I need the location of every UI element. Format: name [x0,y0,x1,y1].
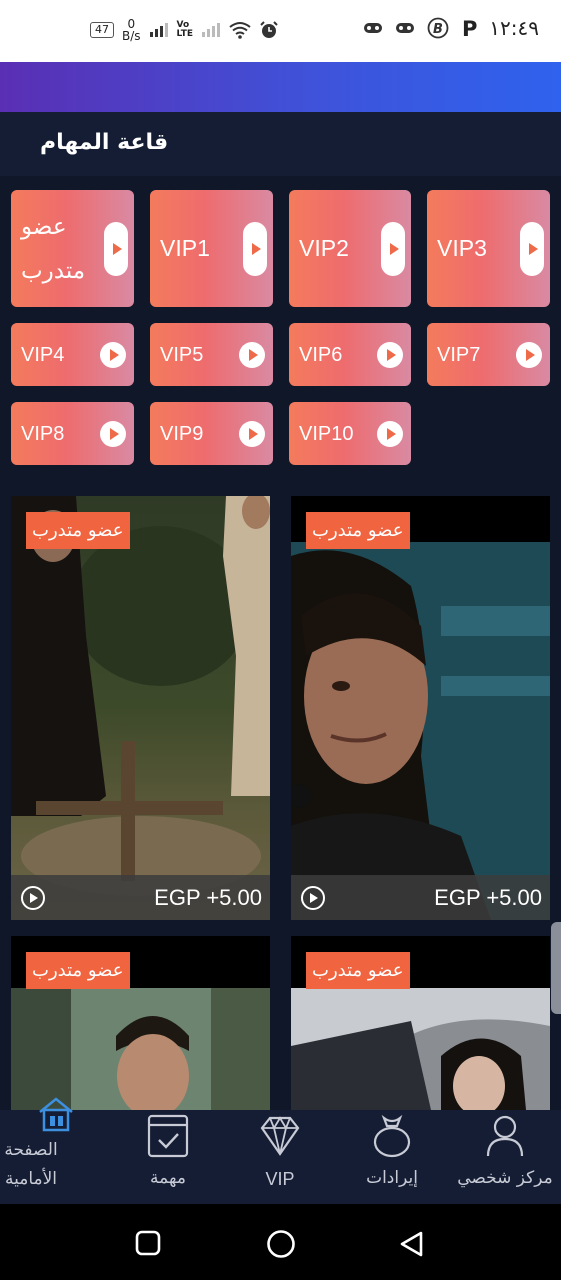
card-footer: EGP +5.00 [291,875,550,920]
back-icon[interactable] [398,1230,426,1258]
play-icon [243,221,267,276]
net-speed: 0 B/s [122,18,141,42]
task-vip4-button[interactable]: VIP4 [11,323,134,386]
status-bar: 47 0 B/s Vo LTE B P ١٢:٤٩ [0,0,561,62]
task-label: VIP5 [160,343,204,366]
task-vip5-button[interactable]: VIP5 [150,323,273,386]
signal-icon [149,23,168,37]
task-label: VIP9 [160,422,204,445]
task-label: VIP8 [21,422,65,445]
svg-text:B: B [433,22,443,37]
video-card[interactable]: عضو متدرب [291,936,550,1110]
nav-label: مهمة [150,1168,186,1188]
trainee-badge: عضو متدرب [306,512,410,549]
parking-icon: P [462,18,477,38]
reward-price: EGP +5.00 [434,884,542,910]
bitcoin-icon: B [427,17,449,39]
task-vip7-button[interactable]: VIP7 [427,323,550,386]
nav-income[interactable]: إيرادات [336,1110,448,1204]
nav-home[interactable]: الصفحة الأمامية [0,1097,112,1204]
task-vip6-button[interactable]: VIP6 [289,323,411,386]
task-label: VIP4 [21,343,65,366]
recents-icon[interactable] [135,1230,161,1256]
video-card[interactable]: عضو متدرب EGP +5.00 [291,496,550,920]
play-icon [377,341,403,368]
bottom-nav: الصفحة الأمامية مهمة VIP إيرادات مركز شخ… [0,1097,561,1204]
task-label: VIP3 [437,234,487,261]
nav-vip[interactable]: VIP [224,1110,336,1204]
video-thumbnail [11,496,270,920]
play-icon [100,420,126,447]
task-label: VIP7 [437,343,481,366]
task-vip2-button[interactable]: VIP2 [289,190,411,307]
task-label: VIP6 [299,343,343,366]
scroll-handle[interactable] [551,922,561,1014]
system-nav-bar [0,1204,561,1280]
play-icon [381,221,405,276]
trainee-badge: عضو متدرب [26,952,130,989]
play-icon [100,341,126,368]
task-label: VIP1 [160,234,210,261]
play-circle-icon[interactable] [21,885,45,910]
battery-indicator: 47 [90,22,114,38]
signal-2-icon [202,23,221,37]
nav-task[interactable]: مهمة [112,1110,224,1204]
gamepad-icon [364,23,383,33]
play-circle-icon[interactable] [301,885,325,910]
wifi-icon [229,22,251,39]
svg-text:P: P [462,18,477,38]
gamepad-2-icon [396,23,415,33]
status-left: 47 0 B/s Vo LTE [90,18,279,42]
play-icon [520,221,544,276]
nav-label: الصفحة الأمامية [4,1140,58,1189]
task-label: VIP10 [299,422,354,445]
video-card[interactable]: عضو متدرب EGP +5.00 [11,496,270,920]
task-label: VIP2 [299,234,349,261]
net-speed-unit: B/s [122,29,141,43]
task-hall-header: قاعة المهام [0,112,561,176]
play-icon [104,221,128,276]
reward-price: EGP +5.00 [154,884,262,910]
task-icon [147,1114,189,1158]
home-circle-icon[interactable] [266,1229,296,1259]
video-card[interactable]: عضو متدرب [11,936,270,1110]
diamond-icon [260,1116,300,1156]
play-icon [239,420,265,447]
person-icon [486,1115,524,1157]
task-vip1-button[interactable]: VIP1 [150,190,273,307]
top-gradient-bar [0,62,561,112]
play-icon [239,341,265,368]
task-vip3-button[interactable]: VIP3 [427,190,550,307]
home-icon [39,1097,73,1132]
trainee-badge: عضو متدرب [306,952,410,989]
clock: ١٢:٤٩ [489,16,539,40]
page-title: قاعة المهام [40,130,169,155]
play-icon [377,420,403,447]
volte-badge: Vo LTE [176,20,194,39]
task-vip8-button[interactable]: VIP8 [11,402,134,465]
play-icon [516,341,542,368]
video-thumbnail [291,496,550,920]
alarm-icon [260,21,278,38]
task-label: عضو متدرب [21,212,86,283]
nav-label: VIP [265,1169,295,1189]
task-trainee-button[interactable]: عضو متدرب [11,190,134,307]
status-right: B P ١٢:٤٩ [363,16,539,40]
money-bag-icon [373,1114,411,1158]
task-vip10-button[interactable]: VIP10 [289,402,411,465]
card-footer: EGP +5.00 [11,875,270,920]
nav-label: إيرادات [366,1168,418,1188]
nav-profile[interactable]: مركز شخصي [449,1110,561,1204]
trainee-badge: عضو متدرب [26,512,130,549]
task-vip9-button[interactable]: VIP9 [150,402,273,465]
nav-label: مركز شخصي [457,1168,553,1188]
